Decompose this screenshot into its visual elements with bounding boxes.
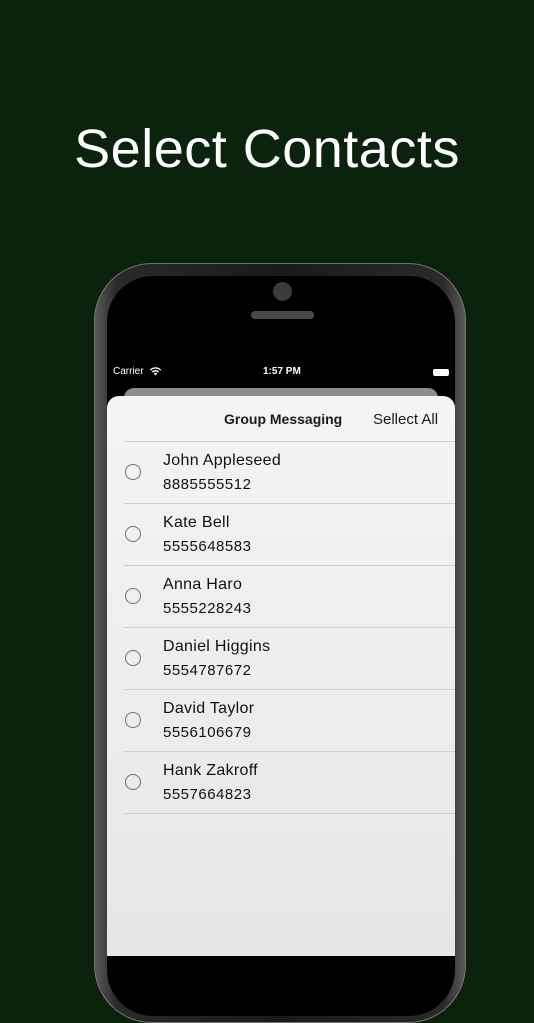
contact-name: John Appleseed xyxy=(163,452,282,469)
promo-headline: Select Contacts xyxy=(74,119,460,179)
contact-row[interactable]: David Taylor 5556106679 xyxy=(124,690,455,752)
contact-phone: 8885555512 xyxy=(163,476,252,493)
radio-unchecked-icon[interactable] xyxy=(125,526,141,542)
radio-unchecked-icon[interactable] xyxy=(125,464,141,480)
radio-unchecked-icon[interactable] xyxy=(125,774,141,790)
contact-row[interactable]: Hank Zakroff 5557664823 xyxy=(124,752,455,814)
radio-unchecked-icon[interactable] xyxy=(125,588,141,604)
battery-icon xyxy=(433,369,449,376)
contact-name: Daniel Higgins xyxy=(163,638,271,655)
contact-row[interactable]: John Appleseed 8885555512 xyxy=(124,442,455,504)
wifi-icon xyxy=(149,367,162,376)
contact-list: John Appleseed 8885555512 Kate Bell 5555… xyxy=(124,441,455,814)
contact-row[interactable]: Kate Bell 5555648583 xyxy=(124,504,455,566)
nav-title: Group Messaging xyxy=(224,411,343,427)
contact-name: David Taylor xyxy=(163,700,255,717)
contact-phone: 5556106679 xyxy=(163,724,252,741)
speaker-grille xyxy=(251,311,314,319)
radio-unchecked-icon[interactable] xyxy=(125,650,141,666)
contact-row[interactable]: Daniel Higgins 5554787672 xyxy=(124,628,455,690)
status-time: 1:57 PM xyxy=(263,366,301,377)
contact-phone: 5554787672 xyxy=(163,662,252,679)
contact-phone: 5557664823 xyxy=(163,786,252,803)
contact-row[interactable]: Anna Haro 5555228243 xyxy=(124,566,455,628)
camera-icon xyxy=(273,282,292,301)
status-carrier: Carrier xyxy=(113,366,144,377)
contact-name: Kate Bell xyxy=(163,514,230,531)
radio-unchecked-icon[interactable] xyxy=(125,712,141,728)
select-all-button[interactable]: Sellect All xyxy=(373,411,438,428)
contact-name: Hank Zakroff xyxy=(163,762,258,779)
contact-phone: 5555648583 xyxy=(163,538,252,555)
contact-name: Anna Haro xyxy=(163,576,243,593)
contact-phone: 5555228243 xyxy=(163,600,252,617)
